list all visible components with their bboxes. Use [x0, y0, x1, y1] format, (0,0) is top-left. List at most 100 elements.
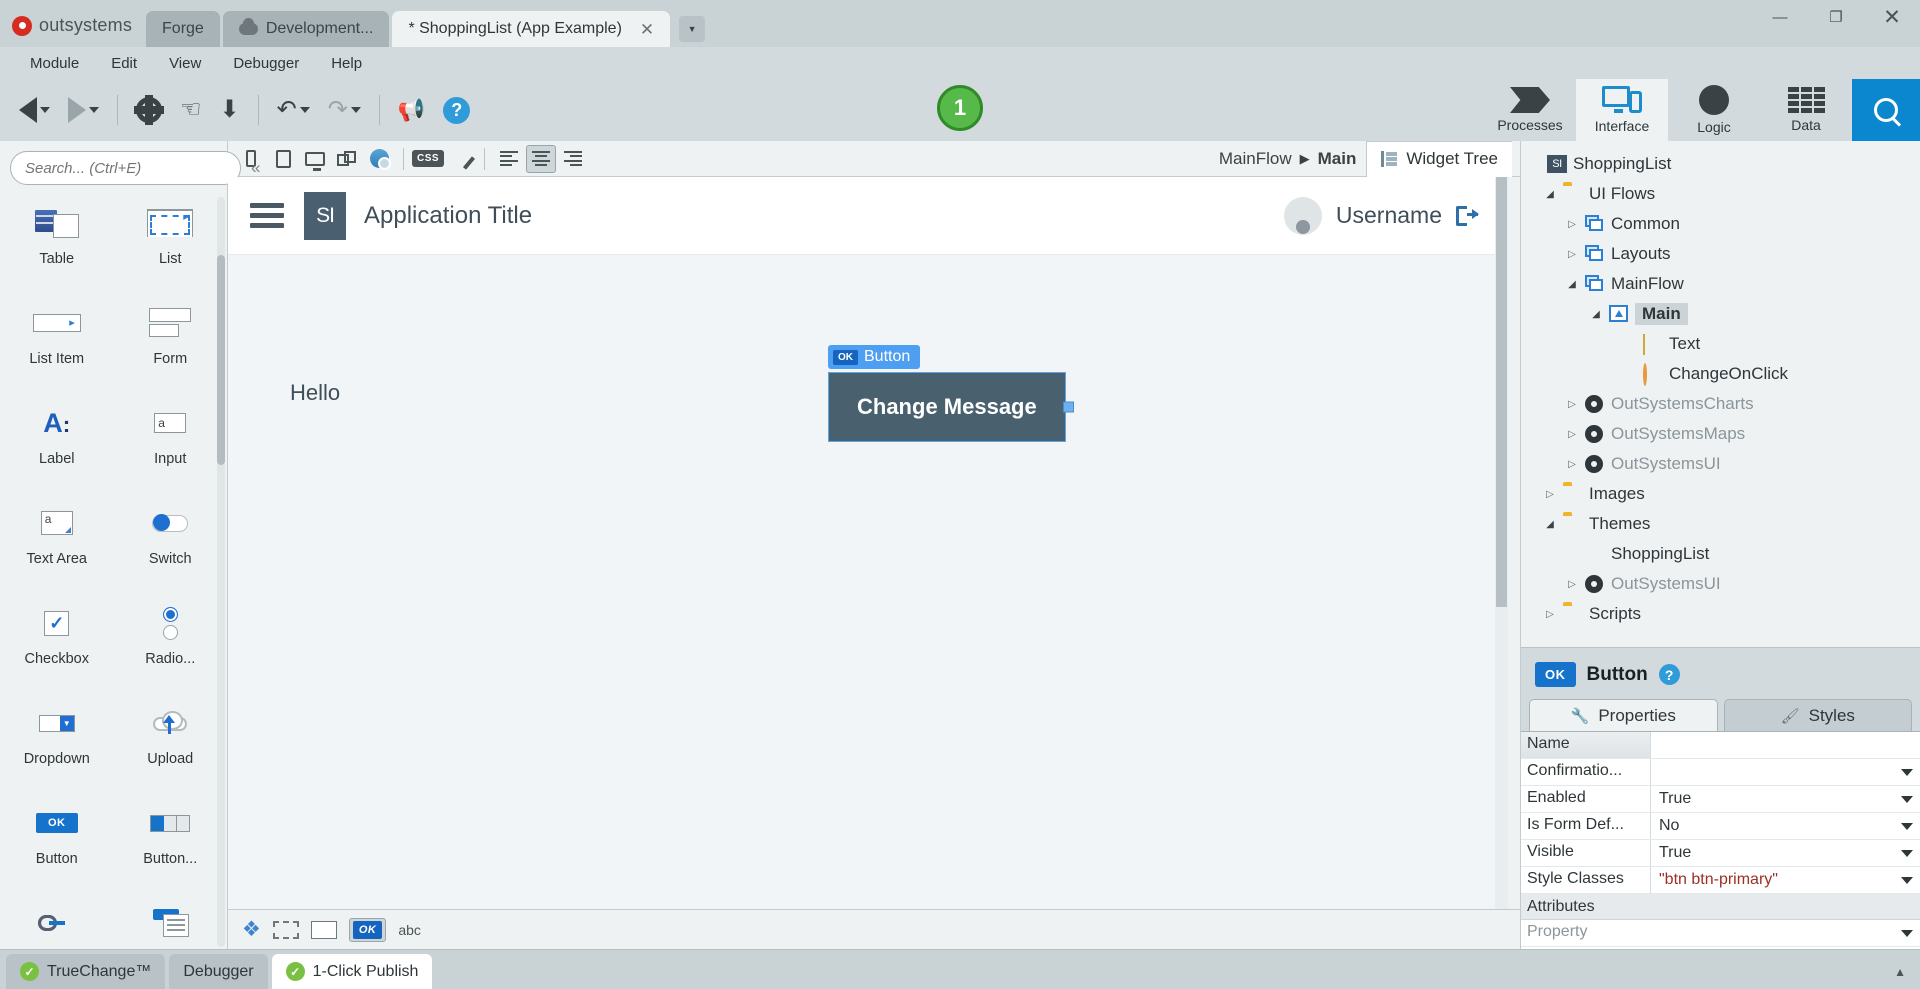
tree-twisty[interactable]: ◢ — [1543, 189, 1557, 200]
widget-text-area[interactable]: a Text Area — [0, 497, 114, 597]
chevron-down-icon[interactable] — [1901, 929, 1913, 937]
align-right-icon[interactable] — [558, 145, 588, 173]
help-button[interactable]: ? — [434, 92, 479, 129]
tab-logic[interactable]: Logic — [1668, 79, 1760, 141]
property-value[interactable]: True — [1651, 840, 1920, 866]
chevron-down-icon[interactable] — [1901, 822, 1913, 830]
tree-twisty[interactable]: ▷ — [1565, 579, 1579, 590]
property-value[interactable] — [1651, 732, 1920, 758]
css-icon[interactable]: CSS — [411, 145, 445, 173]
theme-brush-icon[interactable] — [445, 145, 476, 173]
property-row[interactable]: Style Classes "btn btn-primary" — [1521, 867, 1920, 894]
breadcrumb-flow[interactable]: MainFlow — [1219, 149, 1292, 169]
tree-item-theme-outsystemsui[interactable]: ▷ OutSystemsUI — [1527, 569, 1920, 599]
widget-list[interactable]: ▸ List — [114, 197, 228, 297]
selected-button-widget[interactable]: OK Button Change Message — [828, 345, 1074, 442]
tree-item-outsystemsui[interactable]: ▷ OutSystemsUI — [1527, 449, 1920, 479]
property-value[interactable] — [1651, 759, 1920, 785]
tree-twisty[interactable]: ▷ — [1565, 399, 1579, 410]
widget-tree-tab[interactable]: Widget Tree — [1366, 140, 1512, 177]
status-collapse-icon[interactable]: ▲ — [1894, 954, 1914, 989]
chevron-down-icon[interactable] — [1901, 768, 1913, 776]
search-input[interactable] — [10, 151, 241, 185]
palette-scrollbar[interactable] — [217, 197, 225, 947]
widget-button[interactable]: OK Button — [0, 797, 114, 897]
status-tab-1click-publish[interactable]: ✓ 1-Click Publish — [271, 954, 433, 989]
window-close-icon[interactable]: ✕ — [1864, 0, 1920, 34]
tree-item-changeonclick[interactable]: ChangeOnClick — [1527, 359, 1920, 389]
tree-twisty[interactable]: ◢ — [1589, 309, 1603, 320]
close-icon[interactable]: ✕ — [640, 21, 654, 38]
undo-button[interactable]: ↶ — [268, 93, 319, 127]
tab-interface[interactable]: Interface — [1576, 79, 1668, 141]
tree-item-layouts[interactable]: ▷ Layouts — [1527, 239, 1920, 269]
tree-twisty[interactable]: ▷ — [1543, 489, 1557, 500]
canvas-vertical-scrollbar[interactable] — [1495, 177, 1508, 909]
widget-dropdown[interactable]: ▼ Dropdown — [0, 697, 114, 797]
responsive-icon[interactable] — [332, 145, 362, 173]
attribute-value[interactable] — [1716, 920, 1920, 946]
tree-twisty[interactable]: ▷ — [1543, 609, 1557, 620]
tree-twisty[interactable]: ▷ — [1565, 459, 1579, 470]
tree-twisty[interactable]: ◢ — [1565, 279, 1579, 290]
restore-icon[interactable]: ❐ — [1808, 0, 1864, 34]
property-row[interactable]: Visible True — [1521, 840, 1920, 867]
tree-twisty[interactable]: ▷ — [1565, 219, 1579, 230]
tree-item-common[interactable]: ▷ Common — [1527, 209, 1920, 239]
dependencies-button[interactable]: ☜ — [171, 93, 211, 127]
menu-help[interactable]: Help — [315, 51, 378, 76]
tree-item-themes[interactable]: ◢ Themes — [1527, 509, 1920, 539]
widget-input[interactable]: a Input — [114, 397, 228, 497]
tab-processes[interactable]: Processes — [1484, 79, 1576, 141]
menu-edit[interactable]: Edit — [95, 51, 153, 76]
tree-item-images[interactable]: ▷ Images — [1527, 479, 1920, 509]
browser-preview-icon[interactable] — [364, 145, 394, 173]
chevron-down-icon[interactable] — [1901, 849, 1913, 857]
announcements-button[interactable]: 📢 — [389, 92, 434, 128]
menu-module[interactable]: Module — [14, 51, 95, 76]
chevron-down-icon[interactable] — [1901, 795, 1913, 803]
widget-button-group[interactable]: Button... — [114, 797, 228, 897]
redo-button[interactable]: ↷ — [319, 93, 370, 127]
widget-list-item[interactable]: ▸ List Item — [0, 297, 114, 397]
logout-icon[interactable] — [1456, 205, 1479, 226]
tab-data[interactable]: Data — [1760, 79, 1852, 141]
forward-button[interactable] — [59, 92, 108, 128]
menu-view[interactable]: View — [153, 51, 217, 76]
tree-item-outsystemscharts[interactable]: ▷ OutSystemsCharts — [1527, 389, 1920, 419]
tree-twisty[interactable]: ▷ — [1565, 429, 1579, 440]
menu-debugger[interactable]: Debugger — [217, 51, 315, 76]
property-value[interactable]: True — [1651, 786, 1920, 812]
tab-properties[interactable]: 🔧 Properties — [1529, 699, 1718, 731]
settings-button[interactable] — [127, 92, 171, 128]
block-icon[interactable] — [310, 920, 337, 939]
tree-item-mainflow[interactable]: ◢ MainFlow — [1527, 269, 1920, 299]
minimize-icon[interactable]: — — [1752, 0, 1808, 34]
desktop-icon[interactable] — [300, 145, 330, 173]
widget-link[interactable]: Link — [0, 897, 114, 949]
attribute-row[interactable]: Property — [1521, 920, 1920, 947]
help-icon[interactable]: ? — [1658, 664, 1680, 685]
widget-popover[interactable]: Popover — [114, 897, 228, 949]
change-message-button[interactable]: Change Message — [828, 372, 1074, 442]
widget-checkbox[interactable]: ✓ Checkbox — [0, 597, 114, 697]
manage-dependencies-button[interactable]: ⬇ — [211, 93, 249, 127]
tree-item-outsystemsmaps[interactable]: ▷ OutSystemsMaps — [1527, 419, 1920, 449]
tree-item-scripts[interactable]: ▷ Scripts — [1527, 599, 1920, 629]
align-center-icon[interactable] — [526, 144, 556, 173]
widget-switch[interactable]: Switch — [114, 497, 228, 597]
status-tab-truechange[interactable]: ✓ TrueChange™ — [6, 954, 166, 989]
hamburger-menu-icon[interactable] — [250, 203, 284, 228]
tree-item-theme-shoppinglist[interactable]: ShoppingList — [1527, 539, 1920, 569]
collapse-panel-icon[interactable]: « — [247, 158, 264, 178]
tab-shoppinglist[interactable]: * ShoppingList (App Example) ✕ — [392, 11, 671, 47]
widget-table[interactable]: Table — [0, 197, 114, 297]
status-tab-debugger[interactable]: Debugger — [169, 954, 268, 989]
widget-radio-button[interactable]: Radio... — [114, 597, 228, 697]
chevron-down-icon[interactable] — [1901, 876, 1913, 884]
hello-text[interactable]: Hello — [290, 380, 340, 406]
widget-form[interactable]: Form — [114, 297, 228, 397]
property-value[interactable]: "btn btn-primary" — [1651, 867, 1920, 893]
text-abc-icon[interactable]: abc — [398, 922, 421, 938]
chevron-down-icon[interactable]: ▼ — [679, 16, 706, 42]
